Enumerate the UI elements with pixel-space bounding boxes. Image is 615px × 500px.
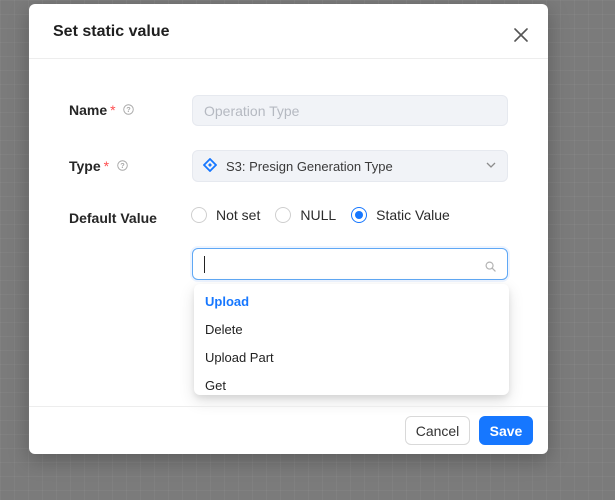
search-icon xyxy=(485,259,496,277)
default-value-label: Default Value xyxy=(69,210,157,226)
help-icon[interactable]: ? xyxy=(117,158,128,174)
radio-label: NULL xyxy=(300,207,337,223)
set-static-value-dialog: Set static value Name * ? Operation Type … xyxy=(29,4,548,454)
required-mark: * xyxy=(103,158,110,174)
name-field[interactable]: Operation Type xyxy=(192,95,508,126)
dropdown-option-upload-part[interactable]: Upload Part xyxy=(194,344,509,372)
name-field-placeholder: Operation Type xyxy=(204,103,300,119)
svg-text:?: ? xyxy=(127,105,132,114)
dialog-header: Set static value xyxy=(29,4,548,59)
radio-label: Static Value xyxy=(376,207,450,223)
chevron-down-icon xyxy=(485,159,497,174)
dropdown-option-get[interactable]: Get xyxy=(194,372,509,400)
text-caret xyxy=(204,256,205,273)
dropdown-option-upload[interactable]: Upload xyxy=(194,288,509,316)
dialog-footer: Cancel Save xyxy=(29,406,548,454)
default-value-radio-group: Not set NULL Static Value xyxy=(191,207,465,223)
type-label: Type * ? xyxy=(69,158,128,174)
required-mark: * xyxy=(110,102,116,118)
save-button[interactable]: Save xyxy=(479,416,533,445)
static-value-dropdown: Upload Delete Upload Part Get xyxy=(194,284,509,395)
radio-null[interactable]: NULL xyxy=(275,207,336,223)
help-icon[interactable]: ? xyxy=(123,102,135,118)
enum-type-icon xyxy=(202,157,218,175)
name-label: Name * ? xyxy=(69,102,135,118)
cancel-button[interactable]: Cancel xyxy=(405,416,470,445)
static-value-search[interactable] xyxy=(192,248,508,280)
svg-text:?: ? xyxy=(120,161,125,170)
static-value-input[interactable] xyxy=(193,249,463,279)
radio-circle[interactable] xyxy=(191,207,207,223)
radio-label: Not set xyxy=(216,207,261,223)
radio-circle-checked[interactable] xyxy=(351,207,368,223)
type-label-text: Type xyxy=(69,158,101,174)
dropdown-option-delete[interactable]: Delete xyxy=(194,316,509,344)
type-select-value: S3: Presign Generation Type xyxy=(226,158,393,174)
radio-static-value[interactable]: Static Value xyxy=(351,207,450,223)
radio-circle[interactable] xyxy=(275,207,292,223)
type-select[interactable]: S3: Presign Generation Type xyxy=(192,150,508,182)
close-icon[interactable] xyxy=(514,28,530,44)
dialog-title: Set static value xyxy=(53,23,170,40)
radio-not-set[interactable]: Not set xyxy=(191,207,260,223)
name-label-text: Name xyxy=(69,102,108,118)
